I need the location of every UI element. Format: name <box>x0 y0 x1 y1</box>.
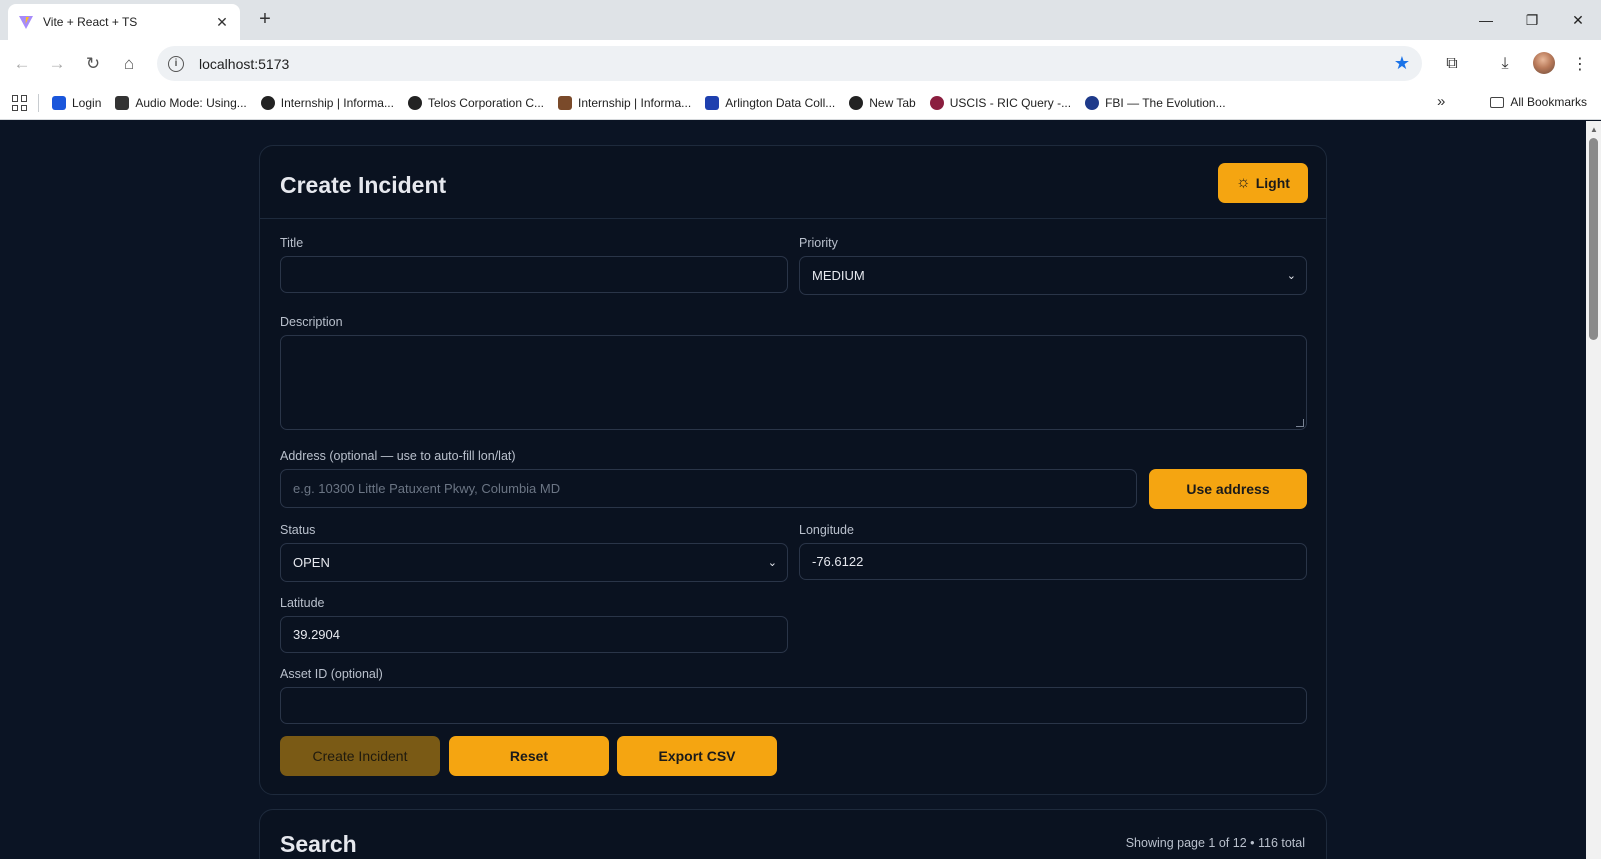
url-text[interactable]: localhost:5173 <box>199 56 1394 72</box>
bookmarks-separator <box>38 94 39 112</box>
forward-icon[interactable]: → <box>45 52 69 76</box>
bookmark-item[interactable]: USCIS - RIC Query -... <box>923 96 1078 110</box>
status-select[interactable]: OPEN ⌄ <box>280 543 788 582</box>
export-csv-button[interactable]: Export CSV <box>617 736 777 776</box>
bookmark-favicon-icon <box>115 96 130 110</box>
priority-value: MEDIUM <box>812 268 865 283</box>
bookmark-item[interactable]: Internship | Informa... <box>254 96 401 110</box>
bookmark-favicon-icon <box>52 96 66 110</box>
use-address-button[interactable]: Use address <box>1149 469 1307 509</box>
title-input[interactable] <box>280 256 788 293</box>
all-bookmarks[interactable]: All Bookmarks <box>1490 95 1587 109</box>
bookmark-item[interactable]: Internship | Informa... <box>551 96 698 110</box>
create-incident-button[interactable]: Create Incident <box>280 736 440 776</box>
theme-toggle-button[interactable]: ☼ Light <box>1218 163 1308 203</box>
window-controls: — ❐ ✕ <box>1463 0 1601 40</box>
card-header: Create Incident ☼ Light <box>260 146 1326 219</box>
profile-avatar[interactable] <box>1533 52 1555 74</box>
folder-icon <box>1490 96 1505 108</box>
search-title: Search <box>280 831 357 857</box>
globe-icon <box>407 96 422 110</box>
latitude-input[interactable]: 39.2904 <box>280 616 788 653</box>
tab-title: Vite + React + TS <box>43 15 138 29</box>
site-info-icon[interactable]: i <box>168 55 184 72</box>
seal-icon <box>1085 96 1100 110</box>
sun-icon: ☼ <box>1236 174 1251 191</box>
bookmark-star-icon[interactable]: ★ <box>1394 53 1410 74</box>
priority-label: Priority <box>799 236 838 250</box>
reset-button[interactable]: Reset <box>449 736 609 776</box>
bookmark-item[interactable]: New Tab <box>842 96 922 110</box>
description-textarea[interactable] <box>280 335 1307 430</box>
chevron-down-icon: ⌄ <box>1286 270 1296 282</box>
title-label: Title <box>280 236 304 250</box>
priority-select[interactable]: MEDIUM ⌄ <box>799 256 1307 295</box>
address-label: Address (optional — use to auto-fill lon… <box>280 449 516 463</box>
bookmarks-bar: Login Audio Mode: Using... Internship | … <box>0 87 1601 120</box>
page-scrollbar[interactable]: ▲ <box>1586 121 1601 859</box>
close-tab-icon[interactable]: ✕ <box>214 14 230 31</box>
apps-grid-icon[interactable] <box>12 95 28 111</box>
home-icon[interactable]: ⌂ <box>117 52 141 76</box>
globe-icon <box>260 96 275 110</box>
browser-tabbar: Vite + React + TS ✕ + — ❐ ✕ <box>0 0 1601 40</box>
bookmark-item[interactable]: Arlington Data Coll... <box>698 96 842 110</box>
bookmark-item[interactable]: Telos Corporation C... <box>401 96 551 110</box>
search-card: Search Showing page 1 of 12 • 116 total <box>259 809 1327 859</box>
address-input[interactable]: e.g. 10300 Little Patuxent Pkwy, Columbi… <box>280 469 1137 508</box>
browser-toolbar: ← → ↻ ⌂ i localhost:5173 ★ ⧉ ⤓ ⋮ <box>0 40 1601 87</box>
bookmark-item[interactable]: FBI — The Evolution... <box>1078 96 1233 110</box>
bookmark-item[interactable]: Audio Mode: Using... <box>108 96 253 110</box>
create-incident-card: Create Incident ☼ Light Title Priority M… <box>259 145 1327 795</box>
scrollbar-thumb[interactable] <box>1589 138 1598 340</box>
bookmark-item[interactable]: Login <box>45 96 108 110</box>
longitude-label: Longitude <box>799 523 854 537</box>
seal-icon <box>929 96 944 110</box>
longitude-input[interactable]: -76.6122 <box>799 543 1307 580</box>
resize-handle-icon[interactable] <box>1296 419 1304 427</box>
minimize-icon[interactable]: — <box>1463 0 1509 40</box>
latitude-label: Latitude <box>280 596 325 610</box>
more-bookmarks-icon[interactable]: » <box>1437 93 1445 110</box>
new-tab-icon[interactable]: + <box>253 8 277 31</box>
globe-icon <box>849 96 864 110</box>
restore-icon[interactable]: ❐ <box>1509 0 1555 40</box>
download-icon[interactable]: ⤓ <box>1493 52 1517 76</box>
reload-icon[interactable]: ↻ <box>81 52 105 76</box>
status-label: Status <box>280 523 316 537</box>
search-tabs-icon[interactable]: ⧉ <box>1440 52 1464 76</box>
browser-tab[interactable]: Vite + React + TS ✕ <box>8 4 240 40</box>
chevron-down-icon: ⌄ <box>767 557 777 569</box>
address-bar[interactable]: i localhost:5173 ★ <box>157 46 1422 81</box>
description-label: Description <box>280 315 343 329</box>
status-value: OPEN <box>293 555 330 570</box>
close-window-icon[interactable]: ✕ <box>1555 0 1601 40</box>
asset-id-input[interactable] <box>280 687 1307 724</box>
back-icon[interactable]: ← <box>10 52 34 76</box>
scroll-up-icon[interactable]: ▲ <box>1590 125 1598 134</box>
page-viewport: Create Incident ☼ Light Title Priority M… <box>0 121 1586 859</box>
asset-id-label: Asset ID (optional) <box>280 667 383 681</box>
menu-icon[interactable]: ⋮ <box>1568 52 1592 76</box>
page-title: Create Incident <box>280 172 447 198</box>
briefcase-icon <box>558 96 573 110</box>
pagination-info: Showing page 1 of 12 • 116 total <box>1125 836 1305 850</box>
vite-icon <box>19 16 33 29</box>
bookmark-favicon-icon <box>705 96 720 110</box>
